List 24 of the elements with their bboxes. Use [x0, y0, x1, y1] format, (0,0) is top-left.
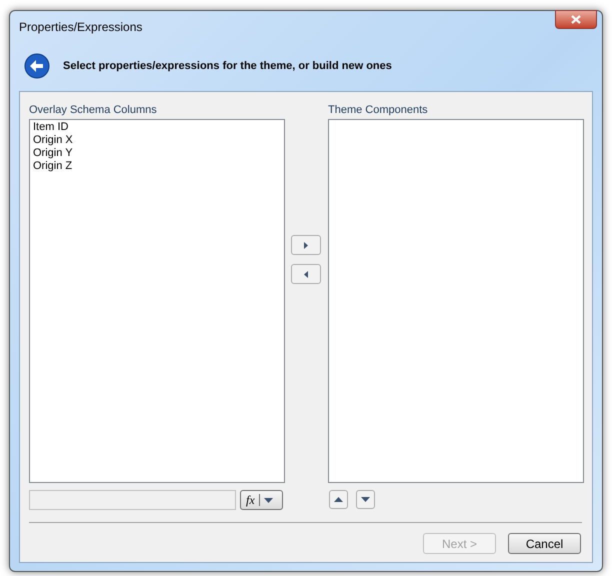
- left-arrow-icon: [304, 270, 308, 278]
- header-text: Select properties/expressions for the theme, or build new ones: [63, 58, 392, 74]
- down-arrow-icon: [361, 497, 370, 502]
- dialog-button[interactable]: Cancel: [508, 533, 581, 554]
- function-button[interactable]: fx: [240, 490, 283, 510]
- list-label: Overlay Schema Columns: [29, 103, 157, 118]
- list-item[interactable]: Item ID: [33, 121, 281, 134]
- up-arrow-icon: [334, 497, 343, 502]
- list-item[interactable]: Origin X: [33, 134, 281, 147]
- expression-field[interactable]: [29, 490, 236, 510]
- back-icon[interactable]: [24, 53, 50, 79]
- window-title: Properties/Expressions: [19, 19, 142, 36]
- columns-list[interactable]: Item ID Origin X Origin Y Origin Z: [29, 119, 285, 483]
- list-item[interactable]: Origin Z: [33, 160, 281, 173]
- close-button[interactable]: [555, 10, 597, 29]
- list-label: Theme Components: [328, 103, 428, 118]
- remove-button[interactable]: [291, 264, 321, 284]
- move-down-button[interactable]: [356, 490, 375, 509]
- right-arrow-icon: [304, 242, 308, 248]
- close-icon: [571, 15, 581, 24]
- list-item[interactable]: Origin Y: [33, 147, 281, 160]
- add-button[interactable]: [291, 235, 321, 255]
- dropdown-icon: [264, 498, 273, 502]
- move-up-button[interactable]: [329, 490, 348, 509]
